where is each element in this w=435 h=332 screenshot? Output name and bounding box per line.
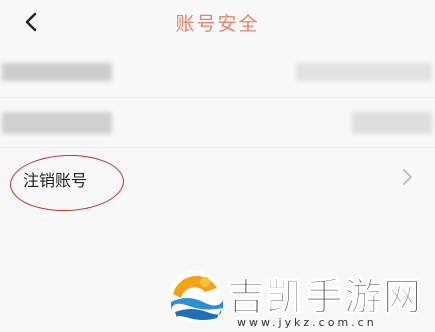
redacted-label bbox=[2, 63, 112, 81]
watermark-text: 吉凯手游网 bbox=[226, 275, 423, 320]
chevron-right-icon bbox=[401, 167, 415, 187]
account-info-row[interactable] bbox=[0, 50, 435, 95]
page-title: 账号安全 bbox=[175, 13, 260, 35]
top-bar: 账号安全 bbox=[0, 0, 435, 46]
account-info-row[interactable] bbox=[0, 100, 435, 145]
redacted-value bbox=[352, 112, 432, 134]
watermark-url: www.jykz.com.cn bbox=[237, 316, 377, 329]
divider bbox=[0, 147, 435, 148]
redacted-label bbox=[2, 112, 112, 134]
watermark: 吉凯手游网 www.jykz.com.cn bbox=[165, 262, 435, 332]
divider bbox=[0, 97, 435, 98]
watermark-logo bbox=[165, 264, 227, 326]
redacted-value bbox=[296, 63, 432, 81]
